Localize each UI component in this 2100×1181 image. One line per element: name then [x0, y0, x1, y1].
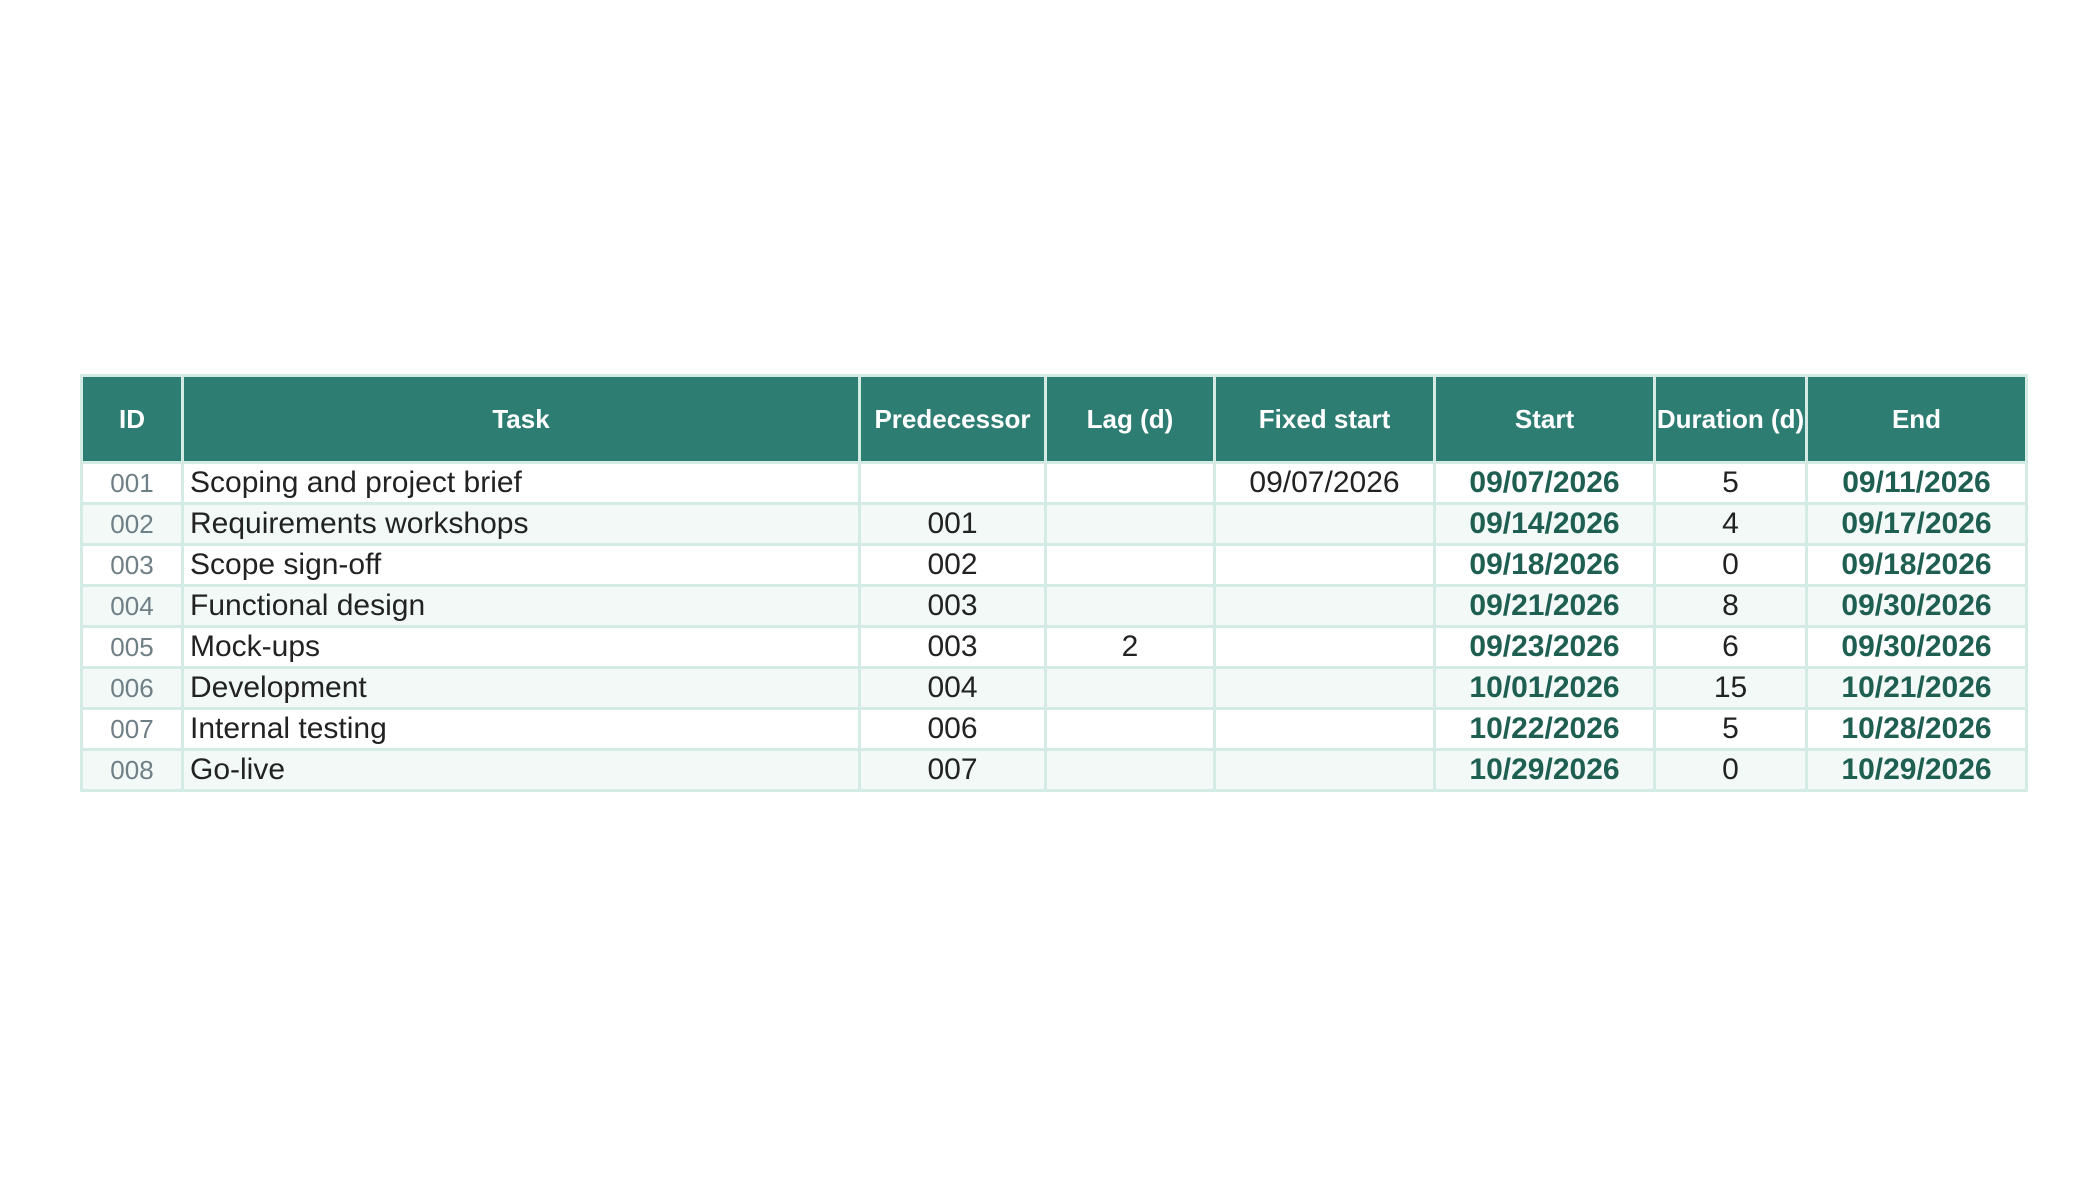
- table-row[interactable]: 004 Functional design 003 09/21/2026 8 09/30/…: [80, 584, 2028, 628]
- cell-task[interactable]: Mock-ups: [181, 625, 861, 669]
- cell-id[interactable]: 003: [80, 543, 184, 587]
- table-row[interactable]: 003 Scope sign-off 002 09/18/2026 0 09/18/202…: [80, 543, 2028, 587]
- cell-duration[interactable]: 6: [1653, 625, 1808, 669]
- cell-duration[interactable]: 5: [1653, 461, 1808, 505]
- cell-lag[interactable]: [1044, 584, 1216, 628]
- cell-lag[interactable]: [1044, 543, 1216, 587]
- cell-fixed-start[interactable]: [1213, 666, 1436, 710]
- cell-lag[interactable]: [1044, 461, 1216, 505]
- cell-id[interactable]: 005: [80, 625, 184, 669]
- column-header-id[interactable]: ID: [80, 374, 184, 464]
- column-header-lag[interactable]: Lag (d): [1044, 374, 1216, 464]
- cell-predecessor[interactable]: 004: [858, 666, 1047, 710]
- cell-fixed-start[interactable]: [1213, 625, 1436, 669]
- cell-fixed-start[interactable]: [1213, 543, 1436, 587]
- cell-start[interactable]: 09/14/2026: [1433, 502, 1656, 546]
- cell-task[interactable]: Internal testing: [181, 707, 861, 751]
- table-row[interactable]: 002 Requirements workshops 001 09/14/2026 4 0…: [80, 502, 2028, 546]
- cell-predecessor[interactable]: 001: [858, 502, 1047, 546]
- task-schedule-table: ID Task Predecessor Lag (d) Fixed start …: [80, 374, 2028, 792]
- cell-start[interactable]: 10/22/2026: [1433, 707, 1656, 751]
- cell-lag[interactable]: [1044, 502, 1216, 546]
- cell-end[interactable]: 09/17/2026: [1805, 502, 2028, 546]
- cell-predecessor[interactable]: 003: [858, 625, 1047, 669]
- cell-id[interactable]: 007: [80, 707, 184, 751]
- cell-start[interactable]: 10/29/2026: [1433, 748, 1656, 792]
- cell-duration[interactable]: 8: [1653, 584, 1808, 628]
- cell-end[interactable]: 10/21/2026: [1805, 666, 2028, 710]
- cell-id[interactable]: 008: [80, 748, 184, 792]
- cell-fixed-start[interactable]: [1213, 748, 1436, 792]
- cell-duration[interactable]: 0: [1653, 748, 1808, 792]
- cell-start[interactable]: 09/18/2026: [1433, 543, 1656, 587]
- cell-predecessor[interactable]: 006: [858, 707, 1047, 751]
- cell-fixed-start[interactable]: [1213, 707, 1436, 751]
- cell-task[interactable]: Requirements workshops: [181, 502, 861, 546]
- cell-lag[interactable]: 2: [1044, 625, 1216, 669]
- cell-start[interactable]: 09/21/2026: [1433, 584, 1656, 628]
- cell-start[interactable]: 10/01/2026: [1433, 666, 1656, 710]
- cell-predecessor[interactable]: 002: [858, 543, 1047, 587]
- cell-end[interactable]: 09/18/2026: [1805, 543, 2028, 587]
- column-header-start[interactable]: Start: [1433, 374, 1656, 464]
- cell-duration[interactable]: 5: [1653, 707, 1808, 751]
- cell-task[interactable]: Scope sign-off: [181, 543, 861, 587]
- cell-task[interactable]: Functional design: [181, 584, 861, 628]
- cell-end[interactable]: 09/30/2026: [1805, 625, 2028, 669]
- cell-task[interactable]: Development: [181, 666, 861, 710]
- header-row: ID Task Predecessor Lag (d) Fixed start …: [80, 374, 2028, 464]
- cell-id[interactable]: 001: [80, 461, 184, 505]
- cell-end[interactable]: 10/29/2026: [1805, 748, 2028, 792]
- table-row[interactable]: 008 Go-live 007 10/29/2026 0 10/29/2026: [80, 748, 2028, 792]
- table-row[interactable]: 006 Development 004 10/01/2026 15 10/21/2026: [80, 666, 2028, 710]
- cell-end[interactable]: 09/30/2026: [1805, 584, 2028, 628]
- cell-id[interactable]: 006: [80, 666, 184, 710]
- cell-end[interactable]: 10/28/2026: [1805, 707, 2028, 751]
- column-header-fixed-start[interactable]: Fixed start: [1213, 374, 1436, 464]
- cell-fixed-start[interactable]: [1213, 584, 1436, 628]
- cell-end[interactable]: 09/11/2026: [1805, 461, 2028, 505]
- cell-predecessor[interactable]: [858, 461, 1047, 505]
- cell-predecessor[interactable]: 007: [858, 748, 1047, 792]
- column-header-duration[interactable]: Duration (d): [1653, 374, 1808, 464]
- cell-start[interactable]: 09/07/2026: [1433, 461, 1656, 505]
- cell-duration[interactable]: 15: [1653, 666, 1808, 710]
- cell-lag[interactable]: [1044, 666, 1216, 710]
- cell-id[interactable]: 004: [80, 584, 184, 628]
- cell-start[interactable]: 09/23/2026: [1433, 625, 1656, 669]
- table-body: 001 Scoping and project brief 09/07/2026 09…: [80, 461, 2028, 792]
- cell-fixed-start[interactable]: [1213, 502, 1436, 546]
- cell-lag[interactable]: [1044, 707, 1216, 751]
- cell-fixed-start[interactable]: 09/07/2026: [1213, 461, 1436, 505]
- cell-lag[interactable]: [1044, 748, 1216, 792]
- column-header-end[interactable]: End: [1805, 374, 2028, 464]
- cell-task[interactable]: Go-live: [181, 748, 861, 792]
- cell-duration[interactable]: 4: [1653, 502, 1808, 546]
- cell-predecessor[interactable]: 003: [858, 584, 1047, 628]
- column-header-task[interactable]: Task: [181, 374, 861, 464]
- cell-duration[interactable]: 0: [1653, 543, 1808, 587]
- table-row[interactable]: 007 Internal testing 006 10/22/2026 5 10/28/2…: [80, 707, 2028, 751]
- column-header-predecessor[interactable]: Predecessor: [858, 374, 1047, 464]
- table-row[interactable]: 005 Mock-ups 003 2 09/23/2026 6 09/30/2026: [80, 625, 2028, 669]
- cell-id[interactable]: 002: [80, 502, 184, 546]
- cell-task[interactable]: Scoping and project brief: [181, 461, 861, 505]
- table-row[interactable]: 001 Scoping and project brief 09/07/2026 09…: [80, 461, 2028, 505]
